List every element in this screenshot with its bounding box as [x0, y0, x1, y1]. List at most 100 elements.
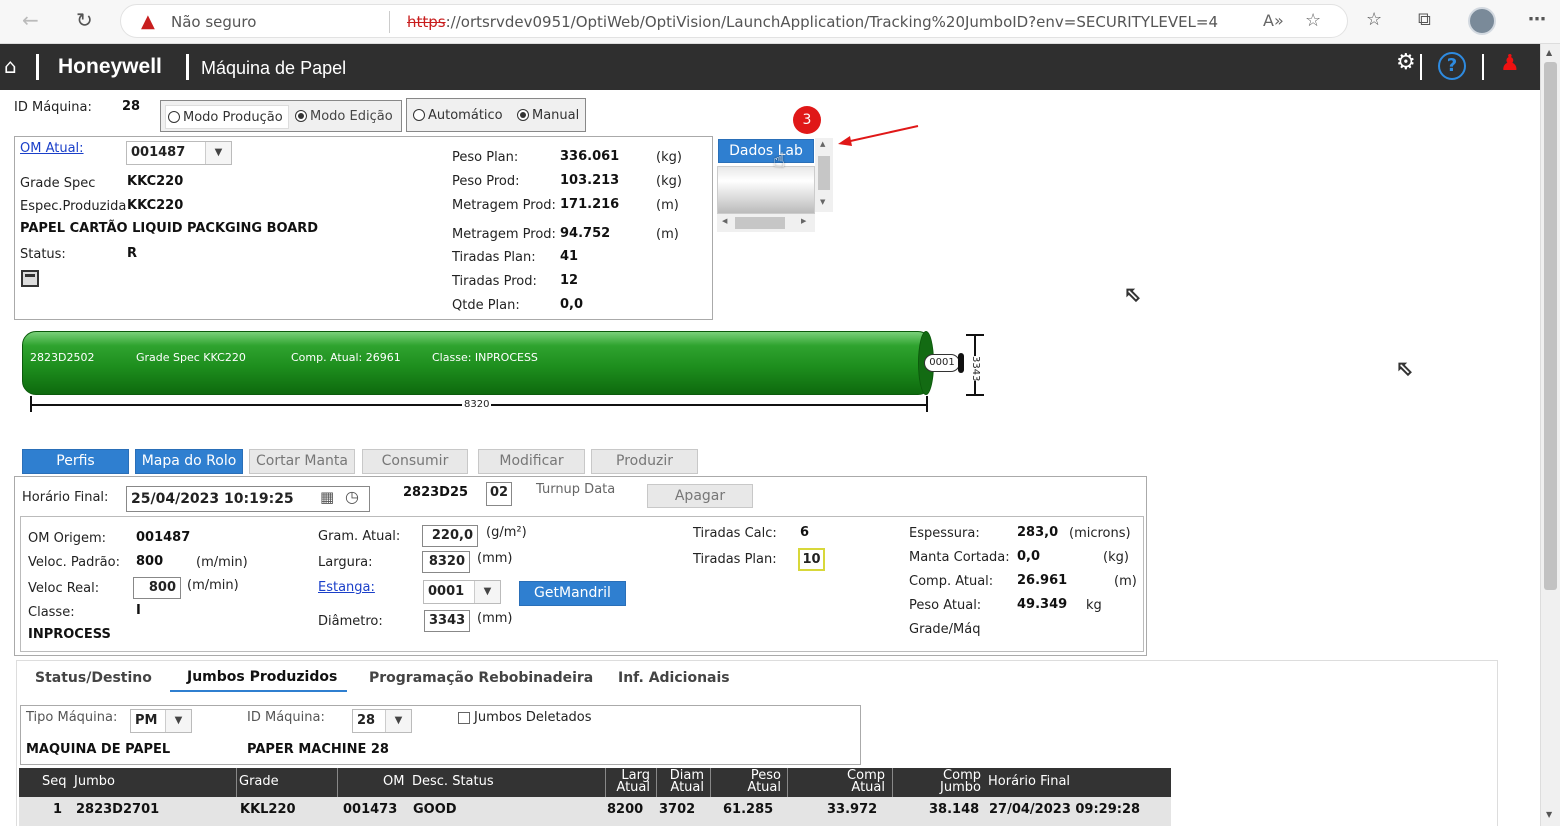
- col-diam-atual[interactable]: Diam Atual: [666, 769, 704, 795]
- espec-produzida-label: Espec.Produzida: [20, 199, 127, 214]
- table-row[interactable]: 1 2823D2701 KKL220 001473 GOOD 8200 3702…: [19, 797, 1171, 826]
- collections-icon[interactable]: ⧉: [1418, 9, 1431, 30]
- estanga-link[interactable]: Estanga:: [318, 580, 375, 595]
- col-larg-atual[interactable]: Larg Atual: [616, 769, 650, 794]
- address-bar[interactable]: ▲ Não seguro https://ortsrvdev0951/OptiW…: [120, 4, 1348, 38]
- col-peso-atual[interactable]: Peso Atual: [741, 769, 781, 794]
- more-options-icon[interactable]: ⋯: [1528, 9, 1546, 30]
- automatic-label: Automático: [428, 108, 503, 123]
- mode-edit-label: Modo Edição: [310, 109, 393, 124]
- consumir-button[interactable]: Consumir: [362, 449, 468, 474]
- dados-lab-button[interactable]: Dados Lab: [718, 139, 814, 163]
- mini-hscrollbar-thumb[interactable]: [735, 217, 785, 229]
- tipo-maquina-select[interactable]: PM ▼: [130, 709, 192, 733]
- cortar-manta-button[interactable]: Cortar Manta: [249, 449, 355, 474]
- col-comp-atual[interactable]: Comp Atual: [845, 769, 885, 794]
- tiradas-calc-value: 6: [800, 525, 810, 540]
- mapa-rolo-button[interactable]: Mapa do Rolo: [135, 449, 243, 474]
- column-divider: [605, 768, 606, 797]
- perfis-button[interactable]: Perfis: [22, 449, 129, 474]
- diametro-input[interactable]: 3343: [424, 610, 470, 632]
- cell-om: 001473: [343, 802, 398, 817]
- veloc-padrao-unit: (m/min): [196, 555, 248, 570]
- machine-id-label: ID Máquina:: [14, 100, 92, 115]
- veloc-real-input[interactable]: 800: [133, 577, 181, 599]
- jumbo-prefix: 2823D25: [403, 485, 469, 500]
- largura-input[interactable]: 8320: [422, 551, 470, 573]
- gram-atual-input[interactable]: 220,0: [422, 525, 478, 547]
- back-icon[interactable]: ←: [22, 8, 39, 32]
- col-comp-jumbo[interactable]: Comp Jumbo: [937, 769, 981, 794]
- cell-jumbo: 2823D2701: [76, 802, 160, 817]
- annotation-arrow-icon: [838, 125, 919, 146]
- om-stat-label: Metragem Prod:: [452, 227, 556, 242]
- pointer-cursor-icon: ⬁: [1124, 282, 1142, 307]
- manual-radio[interactable]: Manual: [515, 104, 585, 128]
- reload-icon[interactable]: ↻: [76, 8, 93, 32]
- mode-edit-radio[interactable]: Modo Edição: [293, 105, 399, 129]
- favorites-icon[interactable]: ☆: [1366, 9, 1382, 30]
- col-jumbo[interactable]: Jumbo: [74, 775, 115, 788]
- security-status[interactable]: Não seguro: [171, 13, 256, 31]
- col-grade[interactable]: Grade: [239, 775, 279, 788]
- tab-inf-adicionais[interactable]: Inf. Adicionais: [618, 670, 730, 686]
- header-divider: [1420, 54, 1422, 80]
- calendar-icon[interactable]: ▦: [320, 488, 334, 506]
- id-maquina-select[interactable]: 28 ▼: [352, 709, 412, 733]
- col-desc-status[interactable]: Desc. Status: [412, 775, 494, 788]
- col-om[interactable]: OM: [383, 775, 404, 788]
- user-icon[interactable]: ♟: [1500, 51, 1520, 76]
- om-atual-link[interactable]: OM Atual:: [20, 141, 84, 156]
- read-aloud-icon[interactable]: A»: [1263, 11, 1284, 30]
- add-favorite-icon[interactable]: ☆: [1305, 10, 1321, 31]
- estanga-select[interactable]: 0001 ▼: [423, 580, 501, 604]
- getmandril-button[interactable]: GetMandril: [519, 581, 626, 606]
- scrollbar-thumb[interactable]: [1544, 62, 1557, 590]
- col-seq[interactable]: Seq: [42, 775, 67, 788]
- veloc-real-unit: (m/min): [187, 578, 239, 593]
- clock-icon[interactable]: ◷: [345, 487, 359, 506]
- scroll-up-icon[interactable]: ▲: [1546, 48, 1552, 57]
- diametro-unit: (mm): [477, 611, 513, 626]
- jumbo-suffix-input[interactable]: 02: [486, 482, 512, 506]
- header-divider: [36, 54, 39, 80]
- om-select[interactable]: 001487 ▼: [126, 141, 232, 165]
- scroll-down-icon[interactable]: ▼: [1546, 810, 1552, 819]
- id-maquina-filter-label: ID Máquina:: [247, 710, 325, 725]
- mini-hscrollbar[interactable]: ◀ ▶: [717, 214, 815, 232]
- scroll-left-icon[interactable]: ◀: [722, 217, 727, 225]
- browser-toolbar: ← ↻ ▲ Não seguro https://ortsrvdev0951/O…: [0, 0, 1560, 44]
- om-stat-label: Qtde Plan:: [452, 298, 520, 313]
- scroll-right-icon[interactable]: ▶: [801, 217, 806, 225]
- calendar-icon[interactable]: [21, 270, 39, 287]
- mini-scrollbar-thumb[interactable]: [818, 156, 830, 190]
- scroll-up-icon[interactable]: ▲: [820, 140, 825, 148]
- produzir-button[interactable]: Produzir: [591, 449, 698, 474]
- automatic-radio[interactable]: Automático: [411, 104, 511, 128]
- url-text[interactable]: https://ortsrvdev0951/OptiWeb/OptiVision…: [407, 13, 1218, 31]
- tiradas-plan-input[interactable]: 10: [798, 548, 825, 571]
- home-icon[interactable]: ⌂: [4, 54, 17, 78]
- tab-programacao-rebobinadeira[interactable]: Programação Rebobinadeira: [369, 670, 593, 686]
- gear-icon[interactable]: ⚙: [1396, 50, 1416, 75]
- comp-atual-value: 26.961: [1017, 573, 1068, 588]
- id-maquina-filter-value: 28: [357, 713, 376, 728]
- modificar-button[interactable]: Modificar: [478, 449, 585, 474]
- profile-avatar[interactable]: [1468, 7, 1496, 35]
- page-scrollbar[interactable]: ▲ ▼: [1540, 44, 1560, 826]
- roll-grade-label: Grade Spec KKC220: [136, 351, 246, 364]
- scroll-down-icon[interactable]: ▼: [820, 198, 825, 206]
- tab-status-destino[interactable]: Status/Destino: [35, 670, 152, 686]
- col-diam-line2: Atual: [670, 780, 704, 795]
- mini-scrollbar[interactable]: ▲ ▼: [815, 138, 833, 212]
- om-stat-value: 0,0: [560, 297, 584, 312]
- horario-final-label: Horário Final:: [22, 490, 109, 505]
- apagar-button[interactable]: Apagar: [647, 484, 753, 508]
- mode-production-radio[interactable]: Modo Produção: [165, 105, 289, 129]
- help-icon[interactable]: ?: [1438, 52, 1466, 80]
- jumbos-deletados-checkbox[interactable]: [458, 712, 470, 724]
- tiradas-calc-label: Tiradas Calc:: [693, 526, 777, 541]
- tab-jumbos-produzidos[interactable]: Jumbos Produzidos: [187, 669, 337, 685]
- dimension-tick: [966, 394, 984, 396]
- col-horario-final[interactable]: Horário Final: [988, 775, 1070, 788]
